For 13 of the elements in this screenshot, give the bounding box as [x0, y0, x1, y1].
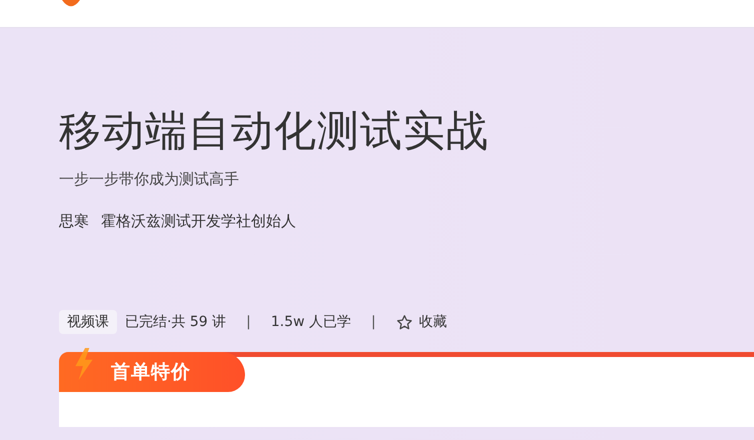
course-title: 移动端自动化测试实战	[59, 105, 490, 157]
separator: |	[371, 314, 376, 330]
course-type-tag: 视频课	[59, 310, 117, 334]
learner-count: 1.5w 人已学	[270, 313, 352, 331]
lightning-icon	[73, 348, 95, 380]
course-subtitle: 一步一步带你成为测试高手	[59, 169, 240, 189]
separator: |	[246, 314, 251, 330]
author-name[interactable]: 思寒	[59, 211, 89, 231]
star-icon	[396, 314, 413, 330]
logo-icon[interactable]	[60, 0, 82, 9]
favorite-button[interactable]: 收藏	[396, 313, 447, 331]
author-title: 霍格沃兹测试开发学社创始人	[101, 211, 296, 231]
lesson-count: 已完结·共 59 讲	[125, 313, 226, 331]
